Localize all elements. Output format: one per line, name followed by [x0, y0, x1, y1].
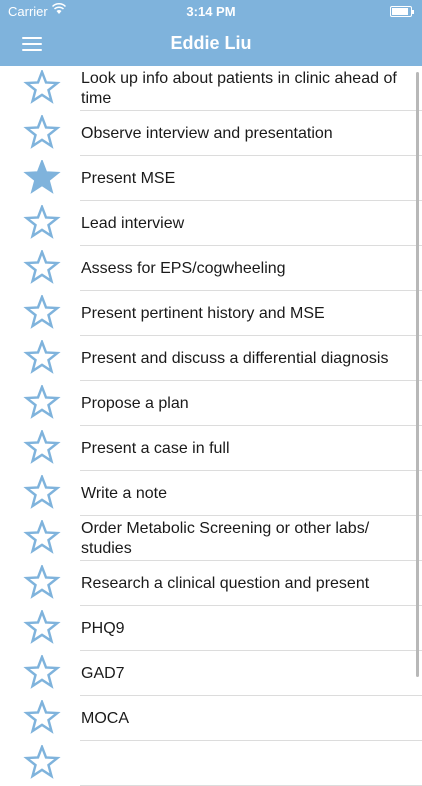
star-outline-icon[interactable]: [23, 70, 61, 106]
star-outline-icon[interactable]: [23, 475, 61, 511]
list-item[interactable]: PHQ9: [0, 606, 422, 651]
list-item[interactable]: Present and discuss a differential diagn…: [0, 336, 422, 381]
list-item[interactable]: GAD7: [0, 651, 422, 696]
list-item-label: Assess for EPS/cogwheeling: [81, 259, 286, 277]
navigation-bar: Eddie Liu: [0, 22, 422, 66]
list-item-label: Present MSE: [81, 169, 176, 187]
list-item[interactable]: Propose a plan: [0, 381, 422, 426]
list-item-label: [81, 741, 408, 786]
status-bar: Carrier 3:14 PM: [0, 0, 422, 22]
scrollbar[interactable]: [416, 72, 419, 677]
list-item[interactable]: Assess for EPS/cogwheeling: [0, 246, 422, 291]
list-item[interactable]: Present MSE: [0, 156, 422, 201]
page-title: Eddie Liu: [170, 33, 252, 53]
list-item-label: Research a clinical question and present: [81, 574, 370, 592]
star-outline-icon[interactable]: [23, 520, 61, 556]
list-item-label: GAD7: [81, 664, 125, 682]
list-item[interactable]: Research a clinical question and present: [0, 561, 422, 606]
list-item-label: Propose a plan: [81, 394, 189, 412]
list-item-label: Present a case in full: [81, 439, 230, 457]
list-item-label: Present pertinent history and MSE: [81, 304, 325, 322]
list-item-label: Lead interview: [81, 214, 185, 232]
list-item[interactable]: MOCA: [0, 696, 422, 741]
star-outline-icon[interactable]: [23, 610, 61, 646]
list-item-label: MOCA: [81, 709, 129, 727]
top-bar: Carrier 3:14 PM Eddie Liu: [0, 0, 422, 66]
star-outline-icon[interactable]: [23, 250, 61, 286]
list-item[interactable]: Order Metabolic Screening or other labs/…: [0, 516, 422, 561]
list-item[interactable]: Lead interview: [0, 201, 422, 246]
star-outline-icon[interactable]: [23, 655, 61, 691]
star-outline-icon[interactable]: [23, 745, 61, 781]
list-item-label: Present and discuss a differential diagn…: [81, 349, 389, 367]
star-outline-icon[interactable]: [23, 205, 61, 241]
star-outline-icon[interactable]: [23, 430, 61, 466]
list-item[interactable]: Look up info about patients in clinic ah…: [0, 66, 422, 111]
list-item-label: Order Metabolic Screening or other labs/…: [81, 519, 370, 557]
task-list: Look up info about patients in clinic ah…: [0, 66, 422, 786]
list-item-label: Observe interview and presentation: [81, 124, 333, 142]
list-item[interactable]: Present a case in full: [0, 426, 422, 471]
list-item[interactable]: Observe interview and presentation: [0, 111, 422, 156]
star-outline-icon[interactable]: [23, 115, 61, 151]
list-item[interactable]: Present pertinent history and MSE: [0, 291, 422, 336]
list-item-label: PHQ9: [81, 619, 125, 637]
star-outline-icon[interactable]: [23, 295, 61, 331]
star-outline-icon[interactable]: [23, 700, 61, 736]
star-outline-icon[interactable]: [23, 385, 61, 421]
star-outline-icon[interactable]: [23, 565, 61, 601]
battery-icon: [390, 6, 414, 17]
list-item[interactable]: [0, 741, 422, 786]
list-item[interactable]: Write a note: [0, 471, 422, 516]
star-outline-icon[interactable]: [23, 340, 61, 376]
list-item-label: Look up info about patients in clinic ah…: [81, 69, 397, 107]
status-time: 3:14 PM: [186, 4, 236, 19]
list-item-label: Write a note: [81, 484, 167, 502]
star-filled-icon[interactable]: [23, 160, 61, 196]
